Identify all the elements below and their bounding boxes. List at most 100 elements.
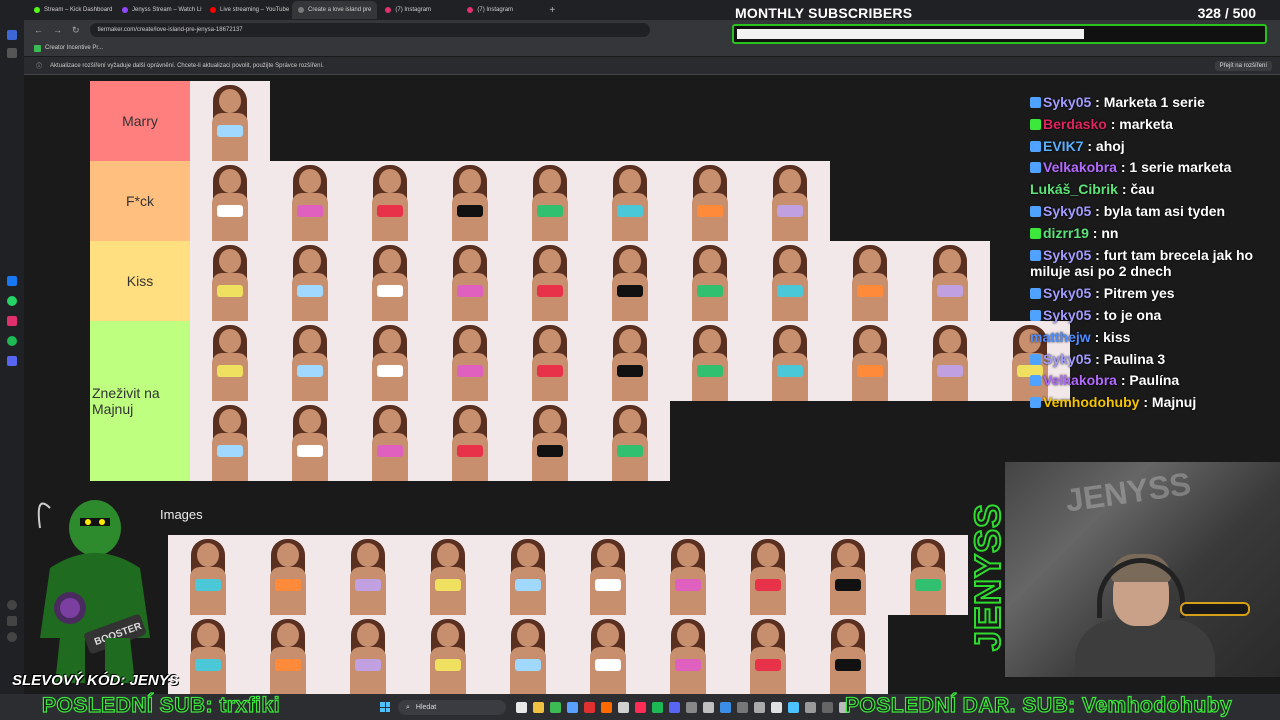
browser-tab[interactable]: (7) Instagram bbox=[379, 1, 459, 19]
contestant-photo[interactable] bbox=[488, 535, 568, 615]
app-icon[interactable] bbox=[7, 356, 17, 366]
browser-tab[interactable]: Stream – Kick Dashboard bbox=[28, 1, 114, 19]
contestant-photo[interactable] bbox=[830, 241, 910, 321]
contestant-photo[interactable] bbox=[430, 161, 510, 241]
bookmark-item[interactable]: Creator Incentive Pr... bbox=[45, 45, 103, 51]
contestant-photo[interactable] bbox=[248, 535, 328, 615]
contestant-photo[interactable] bbox=[248, 615, 328, 695]
contestant-photo[interactable] bbox=[430, 241, 510, 321]
spotify-icon[interactable] bbox=[7, 336, 17, 346]
contestant-photo[interactable] bbox=[270, 161, 350, 241]
contestant-photo[interactable] bbox=[408, 535, 488, 615]
browser-tab[interactable]: (7) Instagram bbox=[461, 1, 541, 19]
tier-label[interactable]: Kiss bbox=[90, 241, 190, 321]
taskbar-app-icon[interactable] bbox=[720, 702, 731, 713]
settings-icon[interactable] bbox=[7, 632, 17, 642]
contestant-photo[interactable] bbox=[648, 615, 728, 695]
contestant-photo[interactable] bbox=[350, 401, 430, 481]
heart-icon[interactable] bbox=[7, 600, 17, 610]
contestant-photo[interactable] bbox=[510, 161, 590, 241]
forward-icon[interactable]: → bbox=[53, 25, 62, 35]
contestant-photo[interactable] bbox=[510, 401, 590, 481]
taskbar-app-icon[interactable] bbox=[618, 702, 629, 713]
taskbar-app-icon[interactable] bbox=[601, 702, 612, 713]
star-icon[interactable] bbox=[7, 48, 17, 58]
contestant-photo[interactable] bbox=[910, 321, 990, 401]
tier-label[interactable]: F*ck bbox=[90, 161, 190, 241]
contestant-photo[interactable] bbox=[350, 241, 430, 321]
contestant-photo[interactable] bbox=[590, 401, 670, 481]
contestant-photo[interactable] bbox=[888, 535, 968, 615]
contestant-photo[interactable] bbox=[328, 615, 408, 695]
url-field[interactable]: tiermaker.com/create/love-island-pre-jen… bbox=[89, 23, 650, 37]
taskbar-search[interactable]: ⌕ Hledat bbox=[398, 700, 506, 715]
taskbar-app-icon[interactable] bbox=[533, 702, 544, 713]
browser-tab[interactable]: Jenyss Stream – Watch Live bbox=[116, 1, 202, 19]
history-icon[interactable] bbox=[7, 616, 17, 626]
contestant-photo[interactable] bbox=[190, 161, 270, 241]
contestant-photo[interactable] bbox=[590, 161, 670, 241]
taskbar-app-icon[interactable] bbox=[788, 702, 799, 713]
contestant-photo[interactable] bbox=[270, 241, 350, 321]
tier-label[interactable]: Marry bbox=[90, 81, 190, 161]
contestant-photo[interactable] bbox=[510, 321, 590, 401]
whatsapp-icon[interactable] bbox=[7, 296, 17, 306]
contestant-photo[interactable] bbox=[408, 615, 488, 695]
taskbar-app-icon[interactable] bbox=[703, 702, 714, 713]
contestant-photo[interactable] bbox=[910, 241, 990, 321]
contestant-photo[interactable] bbox=[270, 401, 350, 481]
taskbar-app-icon[interactable] bbox=[737, 702, 748, 713]
contestant-photo[interactable] bbox=[648, 535, 728, 615]
taskbar-app-icon[interactable] bbox=[805, 702, 816, 713]
contestant-photo[interactable] bbox=[568, 615, 648, 695]
back-icon[interactable]: ← bbox=[34, 25, 43, 35]
browser-tab[interactable]: Live streaming – YouTube bbox=[204, 1, 290, 19]
contestant-photo[interactable] bbox=[808, 535, 888, 615]
contestant-photo[interactable] bbox=[568, 535, 648, 615]
contestant-photo[interactable] bbox=[430, 321, 510, 401]
contestant-photo[interactable] bbox=[750, 241, 830, 321]
contestant-photo[interactable] bbox=[670, 161, 750, 241]
instagram-icon[interactable] bbox=[7, 316, 17, 326]
contestant-photo[interactable] bbox=[350, 321, 430, 401]
taskbar-app-icon[interactable] bbox=[822, 702, 833, 713]
contestant-photo[interactable] bbox=[750, 161, 830, 241]
contestant-photo[interactable] bbox=[670, 241, 750, 321]
contestant-photo[interactable] bbox=[728, 615, 808, 695]
contestant-photo[interactable] bbox=[350, 161, 430, 241]
contestant-photo[interactable] bbox=[190, 81, 270, 161]
contestant-photo[interactable] bbox=[190, 401, 270, 481]
messenger-icon[interactable] bbox=[7, 276, 17, 286]
contestant-photo[interactable] bbox=[190, 241, 270, 321]
contestant-photo[interactable] bbox=[510, 241, 590, 321]
contestant-photo[interactable] bbox=[430, 401, 510, 481]
taskbar-app-icon[interactable] bbox=[754, 702, 765, 713]
browser-tab[interactable]: Create a love island pre bbox=[292, 1, 378, 19]
taskbar-app-icon[interactable] bbox=[550, 702, 561, 713]
new-tab-button[interactable]: + bbox=[549, 5, 555, 16]
windows-start-icon[interactable] bbox=[380, 702, 390, 712]
contestant-photo[interactable] bbox=[168, 535, 248, 615]
taskbar-app-icon[interactable] bbox=[686, 702, 697, 713]
taskbar-app-icon[interactable] bbox=[584, 702, 595, 713]
contestant-photo[interactable] bbox=[190, 321, 270, 401]
taskbar-app-icon[interactable] bbox=[771, 702, 782, 713]
home-icon[interactable] bbox=[7, 30, 17, 40]
contestant-photo[interactable] bbox=[590, 321, 670, 401]
reload-icon[interactable]: ↻ bbox=[72, 25, 80, 36]
contestant-photo[interactable] bbox=[728, 535, 808, 615]
tier-label[interactable]: Zneživit na Majnuj bbox=[90, 321, 190, 481]
contestant-photo[interactable] bbox=[270, 321, 350, 401]
taskbar-app-icon[interactable] bbox=[516, 702, 527, 713]
contestant-photo[interactable] bbox=[488, 615, 568, 695]
taskbar-app-icon[interactable] bbox=[652, 702, 663, 713]
contestant-photo[interactable] bbox=[670, 321, 750, 401]
taskbar-app-icon[interactable] bbox=[669, 702, 680, 713]
contestant-photo[interactable] bbox=[750, 321, 830, 401]
taskbar-app-icon[interactable] bbox=[567, 702, 578, 713]
go-to-extensions-button[interactable]: Přejít na rozšíření bbox=[1214, 61, 1272, 71]
contestant-photo[interactable] bbox=[830, 321, 910, 401]
taskbar-app-icon[interactable] bbox=[635, 702, 646, 713]
contestant-photo[interactable] bbox=[808, 615, 888, 695]
contestant-photo[interactable] bbox=[328, 535, 408, 615]
